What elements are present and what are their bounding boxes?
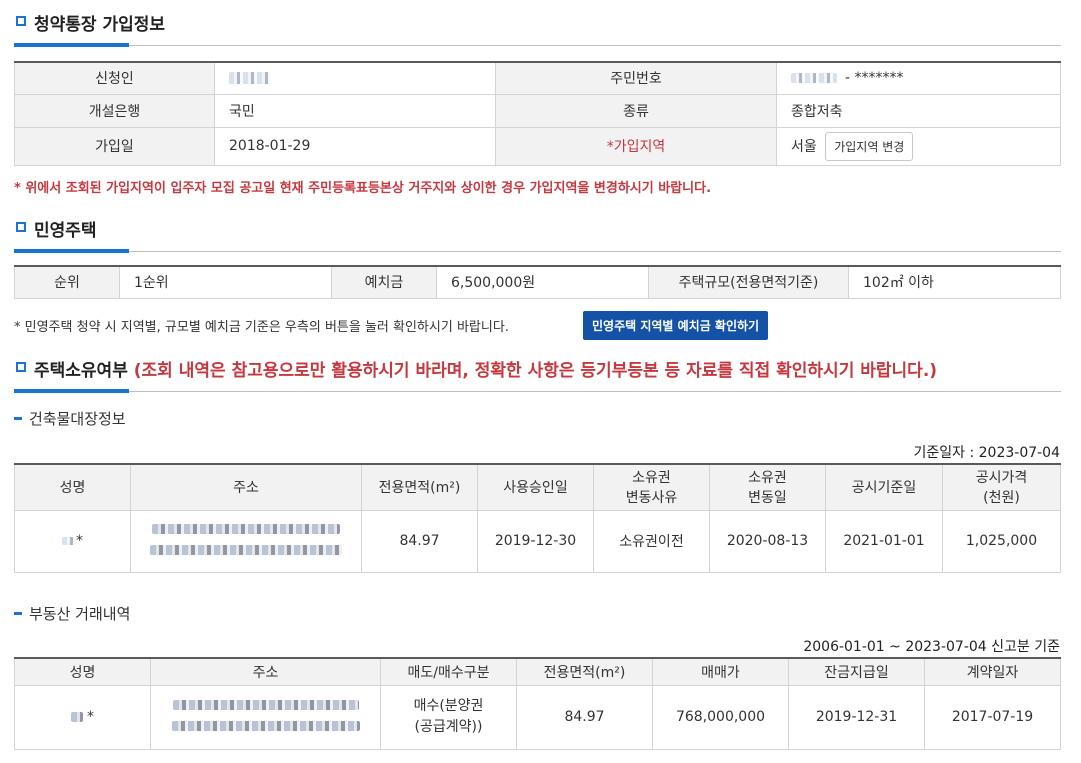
label-join-region: *가입지역: [495, 126, 777, 166]
col-balance-date: 잔금지급일: [788, 657, 925, 686]
building-basis-date: 기준일자 : 2023-07-04: [913, 445, 1061, 461]
notice-date-value: 2021-01-01: [825, 509, 943, 573]
table-row: * 매수(분양권 (공급계약)) 84.97 768,000,000 2019-1…: [14, 684, 1061, 750]
applicant-value: [214, 61, 496, 95]
join-region-value: 서울: [791, 138, 817, 155]
change-region-button[interactable]: 가입지역 변경: [825, 131, 914, 161]
square-bullet-icon: [16, 362, 26, 372]
bank-value: 국민: [214, 93, 496, 128]
change-date-value: 2020-08-13: [709, 509, 826, 573]
label-deposit: 예치금: [331, 265, 437, 299]
label-bank: 개설은행: [14, 93, 215, 128]
masked-name: [229, 72, 271, 85]
col-contract-date: 계약일자: [924, 657, 1061, 686]
col-approval: 사용승인일: [477, 463, 594, 511]
col-area: 전용면적(m²): [361, 463, 478, 511]
col-address: 주소: [130, 463, 362, 511]
section-head-subscription: 청약통장 가입정보: [14, 2, 1061, 47]
trade-table: 성명 주소 매도/매수구분 전용면적(m²) 매매가 잔금지급일 계약일자 * …: [14, 657, 1061, 750]
section-title: 청약통장 가입정보: [34, 15, 166, 35]
label-resident-no: 주민번호: [495, 61, 777, 95]
label-applicant: 신청인: [14, 61, 215, 95]
type-value: 종합저축: [776, 93, 1061, 128]
label-rank: 순위: [14, 265, 120, 299]
price-value: 1,025,000: [942, 509, 1061, 573]
masked-name: [62, 537, 76, 545]
label-type: 종류: [495, 93, 777, 128]
check-deposit-button[interactable]: 민영주택 지역별 예치금 확인하기: [583, 311, 769, 340]
ownership-warning: (조회 내역은 참고용으로만 활용하시기 바라며, 정확한 사항은 등기부등본 …: [133, 361, 938, 381]
area-value: 84.97: [361, 509, 478, 573]
trade-area-value: 84.97: [516, 684, 653, 750]
col-price: 공시가격 (천원): [942, 463, 1061, 511]
trade-basis-range: 2006-01-01 ~ 2023-07-04 신고분 기준: [803, 639, 1060, 655]
masked-address: [172, 700, 359, 710]
masked-address: [171, 721, 360, 731]
col-area: 전용면적(m²): [516, 657, 653, 686]
section-head-ownership: 주택소유여부 (조회 내역은 참고용으로만 활용하시기 바라며, 정확한 사항은…: [14, 348, 1061, 393]
table-row: * 84.97 2019-12-30 소유권이전 2020-08-13 2021…: [14, 509, 1061, 573]
contract-date-value: 2017-07-19: [924, 684, 1061, 750]
size-value: 102㎡ 이하: [848, 265, 1061, 299]
col-notice-date: 공시기준일: [825, 463, 943, 511]
col-reason: 소유권 변동사유: [593, 463, 710, 511]
col-name: 성명: [14, 657, 151, 686]
subhead-trade: 부동산 거래내역: [14, 603, 130, 624]
balance-date-value: 2019-12-31: [788, 684, 925, 750]
masked-name: [71, 712, 83, 722]
deposit-notice: * 민영주택 청약 시 지역별, 규모별 예치금 기준은 우측의 버튼을 눌러 …: [14, 320, 509, 335]
section-title: 민영주택: [34, 221, 97, 241]
masked-id: [791, 73, 837, 84]
private-housing-table: 순위 1순위 예치금 6,500,000원 주택규모(전용면적기준) 102㎡ …: [14, 265, 1061, 299]
section-head-private-housing: 민영주택: [14, 208, 1061, 253]
trader-name: *: [14, 684, 151, 750]
col-trade-price: 매매가: [652, 657, 789, 686]
trade-address: [150, 684, 381, 750]
label-size: 주택규모(전용면적기준): [648, 265, 849, 299]
col-change-date: 소유권 변동일: [709, 463, 826, 511]
owner-name: *: [14, 509, 131, 573]
region-notice: * 위에서 조회된 가입지역이 입주자 모집 공고일 현재 주민등록표등본상 거…: [14, 181, 712, 196]
subhead-building: 건축물대장정보: [14, 408, 126, 429]
square-bullet-icon: [16, 222, 26, 232]
approval-value: 2019-12-30: [477, 509, 594, 573]
owner-address: [130, 509, 362, 573]
trade-price-value: 768,000,000: [652, 684, 789, 750]
rank-value: 1순위: [119, 265, 332, 299]
building-table: 성명 주소 전용면적(m²) 사용승인일 소유권 변동사유 소유권 변동일 공시기준…: [14, 463, 1061, 573]
col-name: 성명: [14, 463, 131, 511]
masked-address: [152, 524, 340, 534]
masked-address: [150, 545, 342, 555]
col-address: 주소: [150, 657, 381, 686]
dash-bullet-icon: [14, 611, 22, 615]
trade-type-value: 매수(분양권 (공급계약)): [380, 684, 517, 750]
reason-value: 소유권이전: [593, 509, 710, 573]
section-title: 주택소유여부 (조회 내역은 참고용으로만 활용하시기 바라며, 정확한 사항은…: [34, 361, 938, 381]
resident-no-value: - *******: [776, 61, 1061, 95]
label-join-date: 가입일: [14, 126, 215, 166]
square-bullet-icon: [16, 16, 26, 26]
join-region-cell: 서울 가입지역 변경: [776, 126, 1061, 166]
join-date-value: 2018-01-29: [214, 126, 496, 166]
subscription-info-table: 신청인 주민번호 - ******* 개설은행 국민 종류 종합저축 가입일 2…: [14, 61, 1061, 166]
col-trade-type: 매도/매수구분: [380, 657, 517, 686]
deposit-value: 6,500,000원: [436, 265, 649, 299]
dash-bullet-icon: [14, 416, 22, 420]
